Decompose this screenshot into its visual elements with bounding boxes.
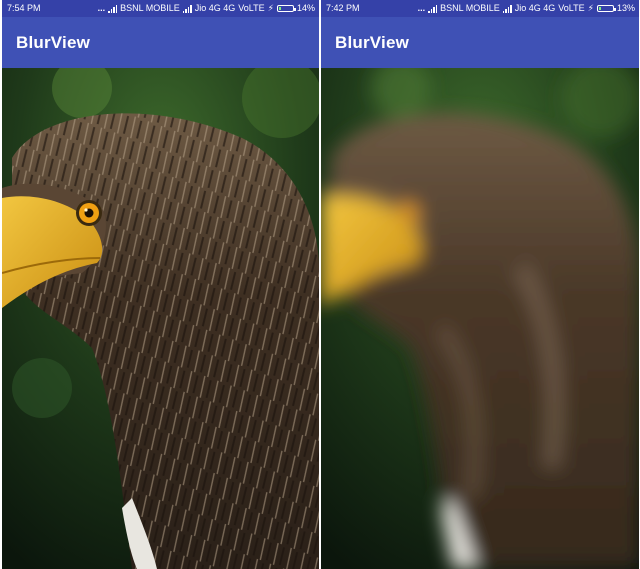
- eagle-image-blurred: [321, 68, 639, 569]
- volte-label: VoLTE: [238, 3, 265, 13]
- carrier-1-label: BSNL MOBILE: [120, 3, 180, 13]
- battery-level: [598, 7, 601, 10]
- more-dots-icon: ...: [417, 3, 426, 13]
- screen-blurred: 7:42 PM ... BSNL MOBILE Jio 4G 4G VoLTE …: [321, 0, 639, 569]
- app-bar: BlurView: [2, 17, 319, 68]
- app-title: BlurView: [335, 33, 410, 52]
- eagle-photo: [2, 68, 319, 569]
- screen-original: 7:54 PM ... BSNL MOBILE Jio 4G 4G VoLTE …: [2, 0, 319, 569]
- battery-level: [278, 7, 281, 10]
- status-bar: 7:42 PM ... BSNL MOBILE Jio 4G 4G VoLTE …: [321, 0, 639, 17]
- carrier-2-label: Jio 4G 4G: [194, 3, 236, 13]
- status-time: 7:42 PM: [326, 3, 360, 13]
- carrier-1-label: BSNL MOBILE: [440, 3, 500, 13]
- battery-icon: [596, 5, 616, 12]
- signal-icon: [428, 4, 438, 13]
- signal-icon: [182, 4, 192, 13]
- signal-icon: [502, 4, 512, 13]
- status-time: 7:54 PM: [7, 3, 41, 13]
- volte-label: VoLTE: [558, 3, 585, 13]
- more-dots-icon: ...: [97, 3, 106, 13]
- app-bar: BlurView: [321, 17, 639, 68]
- battery-percent: 13%: [616, 3, 635, 13]
- app-title: BlurView: [16, 33, 91, 52]
- signal-icon: [108, 4, 118, 13]
- eagle-photo-blurred: [321, 68, 639, 569]
- eagle-image: [2, 68, 319, 569]
- lightning-icon: ⚡: [267, 3, 274, 13]
- battery-percent: 14%: [296, 3, 315, 13]
- status-bar: 7:54 PM ... BSNL MOBILE Jio 4G 4G VoLTE …: [2, 0, 319, 17]
- carrier-2-label: Jio 4G 4G: [514, 3, 556, 13]
- lightning-icon: ⚡: [587, 3, 594, 13]
- battery-icon: [276, 5, 296, 12]
